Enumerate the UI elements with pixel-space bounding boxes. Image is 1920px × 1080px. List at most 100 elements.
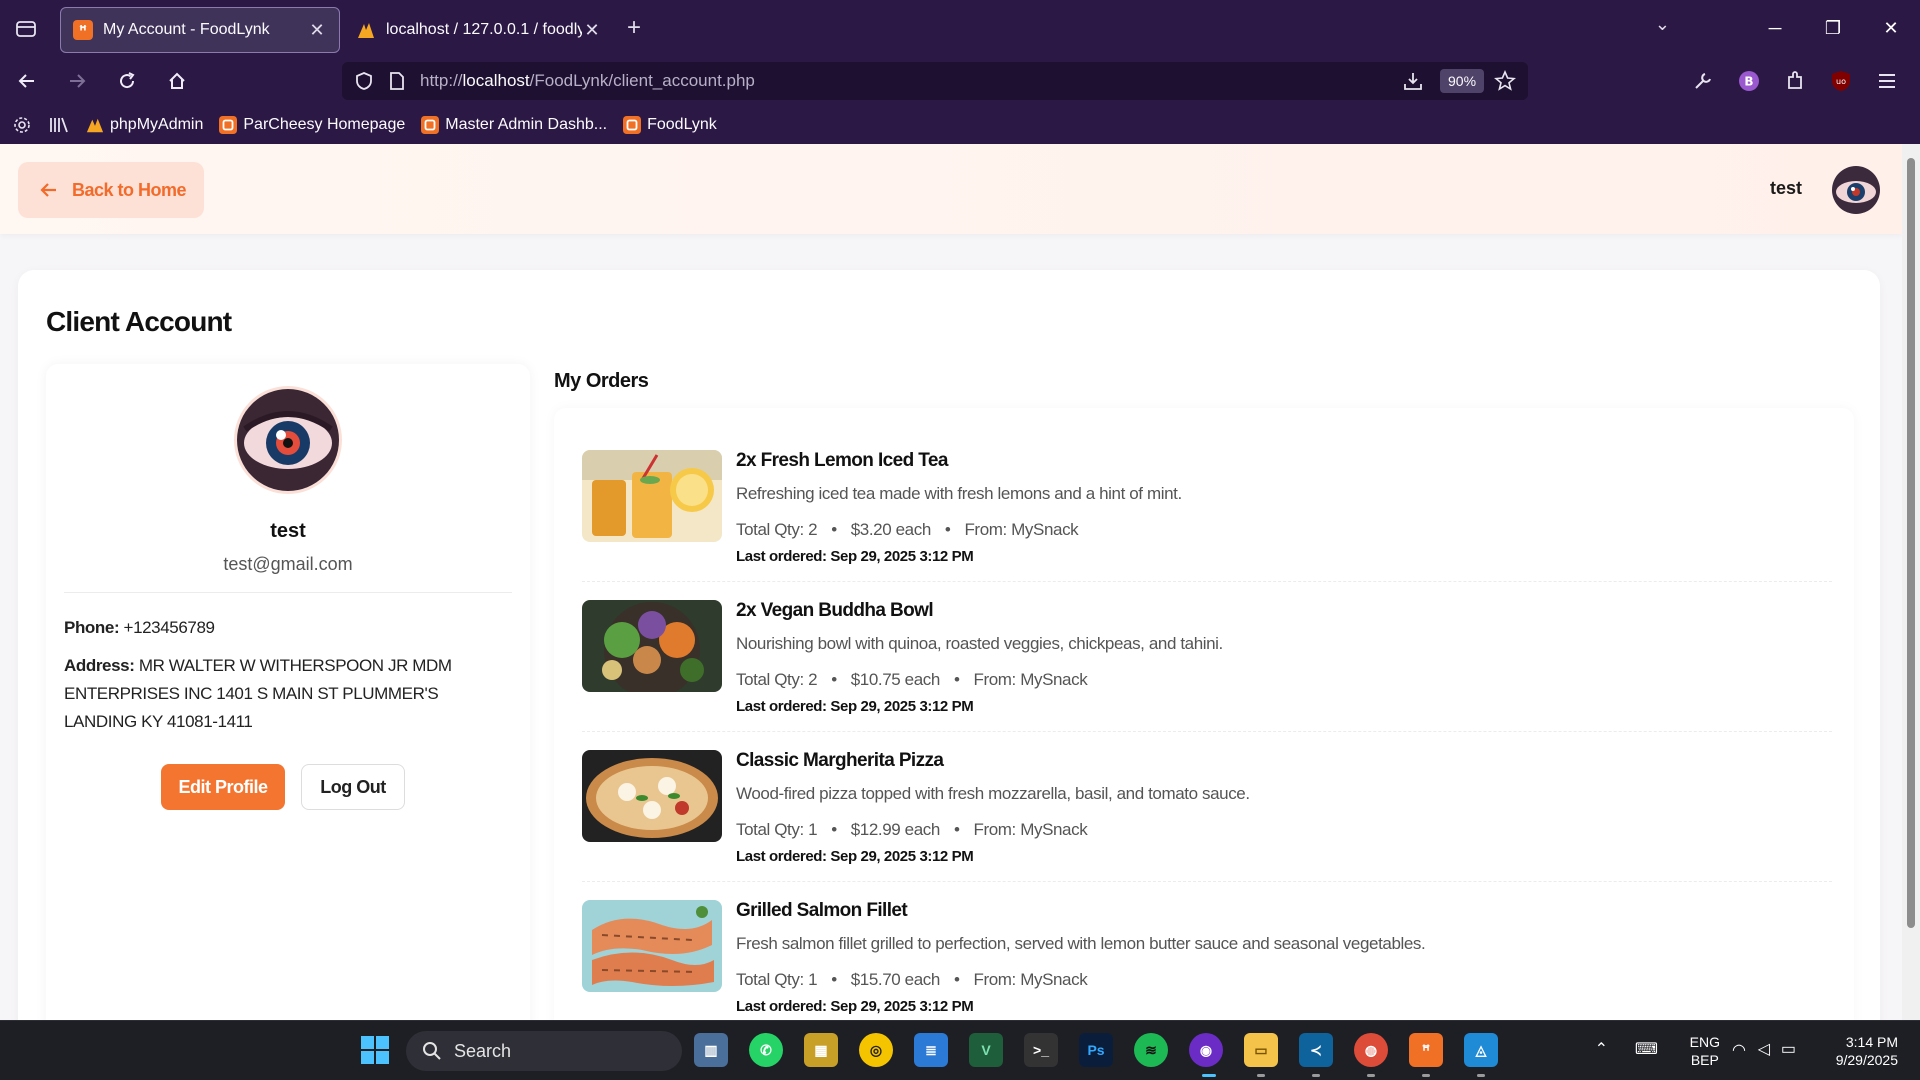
volume-icon[interactable]: ◁ bbox=[1758, 1039, 1770, 1059]
task-manager-icon[interactable]: ▥ bbox=[694, 1033, 728, 1067]
xampp-icon[interactable]: ꟸ bbox=[1409, 1033, 1443, 1067]
tab-phpmyadmin[interactable]: localhost / 127.0.0.1 / foodlynk / ✕ bbox=[344, 7, 614, 53]
bookmark-phpmyadmin[interactable]: phpMyAdmin bbox=[86, 116, 203, 134]
home-icon[interactable] bbox=[154, 61, 200, 101]
chat-app-icon[interactable]: ◎ bbox=[859, 1033, 893, 1067]
app-indicator bbox=[1477, 1074, 1485, 1077]
wrench-icon[interactable] bbox=[1680, 70, 1726, 92]
order-source: From: MySnack bbox=[964, 520, 1079, 539]
extensions-icon[interactable] bbox=[1772, 70, 1818, 92]
window-close-icon[interactable]: ✕ bbox=[1862, 0, 1920, 56]
order-price: $3.20 each bbox=[850, 520, 932, 539]
chevron-down-icon[interactable]: ⌄ bbox=[1655, 14, 1670, 35]
taskbar-search[interactable]: Search bbox=[406, 1031, 682, 1071]
order-date: Last ordered: Sep 29, 2025 3:12 PM bbox=[736, 998, 974, 1015]
bookmark-parcheesy[interactable]: ParCheesy Homepage bbox=[219, 116, 405, 134]
profile-avatar bbox=[234, 386, 342, 494]
nav-bar: http://localhost/FoodLynk/client_account… bbox=[0, 56, 1920, 106]
search-label: Search bbox=[454, 1040, 512, 1061]
order-qty: Total Qty: 1 bbox=[736, 820, 818, 839]
new-tab-icon[interactable]: + bbox=[614, 14, 654, 42]
url-text[interactable]: http://localhost/FoodLynk/client_account… bbox=[420, 71, 755, 91]
language-indicator[interactable]: ENG BEP bbox=[1690, 1033, 1720, 1069]
photos-icon[interactable]: ◬ bbox=[1464, 1033, 1498, 1067]
vscode-icon[interactable]: ≺ bbox=[1299, 1033, 1333, 1067]
battery-icon[interactable]: ▭ bbox=[1781, 1039, 1796, 1059]
log-out-button[interactable]: Log Out bbox=[301, 764, 405, 810]
spreadsheet-icon[interactable]: V bbox=[969, 1033, 1003, 1067]
order-image bbox=[582, 600, 722, 692]
address-bar[interactable]: http://localhost/FoodLynk/client_account… bbox=[342, 62, 1528, 100]
address-label: Address: bbox=[64, 656, 135, 675]
order-meta: Total Qty: 1 • $12.99 each • From: MySnack bbox=[736, 820, 1088, 839]
xampp-icon bbox=[623, 116, 642, 134]
order-date: Last ordered: Sep 29, 2025 3:12 PM bbox=[736, 548, 974, 565]
bookmarks-bar: phpMyAdmin ParCheesy Homepage Master Adm… bbox=[0, 106, 1920, 144]
shield-icon[interactable] bbox=[354, 71, 374, 96]
back-arrow-icon[interactable] bbox=[4, 61, 50, 101]
file-explorer-icon[interactable]: ▭ bbox=[1244, 1033, 1278, 1067]
gear-icon[interactable] bbox=[12, 115, 32, 135]
divider bbox=[64, 592, 512, 593]
notepad-icon[interactable]: ≣ bbox=[914, 1033, 948, 1067]
clock-time: 3:14 PM bbox=[1845, 1034, 1898, 1050]
forward-arrow-icon[interactable] bbox=[54, 61, 100, 101]
tab-my-account[interactable]: ꟸ My Account - FoodLynk ✕ bbox=[60, 7, 340, 53]
orders-heading: My Orders bbox=[554, 370, 649, 392]
order-meta: Total Qty: 2 • $10.75 each • From: MySnack bbox=[736, 670, 1088, 689]
order-price: $12.99 each bbox=[850, 820, 941, 839]
svg-text:B: B bbox=[1744, 75, 1753, 89]
app-indicator bbox=[1422, 1074, 1430, 1077]
page-scrollbar[interactable] bbox=[1902, 144, 1920, 1020]
zoom-level[interactable]: 90% bbox=[1440, 69, 1485, 93]
order-meta: Total Qty: 1 • $15.70 each • From: MySnack bbox=[736, 970, 1088, 989]
keyboard-icon[interactable]: ⌨ bbox=[1635, 1039, 1658, 1059]
library-icon[interactable] bbox=[48, 115, 70, 135]
edit-profile-button[interactable]: Edit Profile bbox=[161, 764, 285, 810]
paint-icon[interactable]: ▦ bbox=[804, 1033, 838, 1067]
bookmark-label: phpMyAdmin bbox=[110, 116, 204, 133]
menu-icon[interactable] bbox=[1864, 72, 1910, 90]
wifi-icon[interactable]: ◠ bbox=[1732, 1040, 1746, 1060]
phpmyadmin-icon bbox=[358, 23, 374, 38]
bookmark-master-admin[interactable]: Master Admin Dashb... bbox=[421, 116, 607, 134]
taskbar: Search ▥ ✆ ▦ ◎ ≣ V >_ Ps ≋ ◉ ▭ ≺ ◍ ꟸ ◬ ⌃… bbox=[0, 1020, 1920, 1080]
chevron-up-icon[interactable]: ⌃ bbox=[1595, 1039, 1608, 1059]
active-app-indicator bbox=[1202, 1074, 1216, 1077]
avatar[interactable] bbox=[1832, 166, 1880, 214]
whatsapp-icon[interactable]: ✆ bbox=[749, 1033, 783, 1067]
spotify-icon[interactable]: ≋ bbox=[1134, 1033, 1168, 1067]
order-image bbox=[582, 450, 722, 542]
app-indicator bbox=[1367, 1074, 1375, 1077]
bookmark-foodlynk[interactable]: FoodLynk bbox=[623, 116, 717, 134]
page-icon[interactable] bbox=[388, 71, 406, 96]
clock[interactable]: 3:14 PM 9/29/2025 bbox=[1836, 1033, 1898, 1069]
order-qty: Total Qty: 1 bbox=[736, 970, 818, 989]
ublock-icon[interactable]: uo bbox=[1818, 70, 1864, 92]
reload-icon[interactable] bbox=[104, 61, 150, 101]
order-description: Wood-fired pizza topped with fresh mozza… bbox=[736, 784, 1250, 803]
profile-b-icon[interactable]: B bbox=[1726, 70, 1772, 92]
scrollbar-thumb[interactable] bbox=[1907, 158, 1915, 928]
back-to-home-button[interactable]: Back to Home bbox=[18, 162, 204, 218]
phone-label: Phone: bbox=[64, 618, 120, 637]
restore-icon[interactable]: ❐ bbox=[1804, 0, 1862, 56]
chrome-icon[interactable]: ◍ bbox=[1354, 1033, 1388, 1067]
phone-row: Phone: +123456789 bbox=[64, 614, 514, 642]
close-tab-icon[interactable]: ✕ bbox=[582, 20, 602, 41]
windows-start-icon[interactable] bbox=[360, 1035, 390, 1070]
save-page-icon[interactable] bbox=[1402, 70, 1424, 97]
order-description: Nourishing bowl with quinoa, roasted veg… bbox=[736, 634, 1223, 653]
terminal-icon[interactable]: >_ bbox=[1024, 1033, 1058, 1067]
order-price: $10.75 each bbox=[850, 670, 941, 689]
account-card: Client Account test test@gmail.com Phone… bbox=[18, 270, 1880, 1020]
photoshop-icon[interactable]: Ps bbox=[1079, 1033, 1113, 1067]
star-icon[interactable] bbox=[1494, 69, 1516, 97]
firefox-icon[interactable]: ◉ bbox=[1189, 1033, 1223, 1067]
back-label: Back to Home bbox=[72, 179, 187, 200]
site-header: Back to Home test bbox=[0, 144, 1902, 234]
minimize-icon[interactable]: ─ bbox=[1746, 0, 1804, 56]
page-title: Client Account bbox=[46, 306, 232, 337]
tab-manager-icon[interactable] bbox=[0, 0, 52, 56]
close-tab-icon[interactable]: ✕ bbox=[307, 20, 327, 41]
